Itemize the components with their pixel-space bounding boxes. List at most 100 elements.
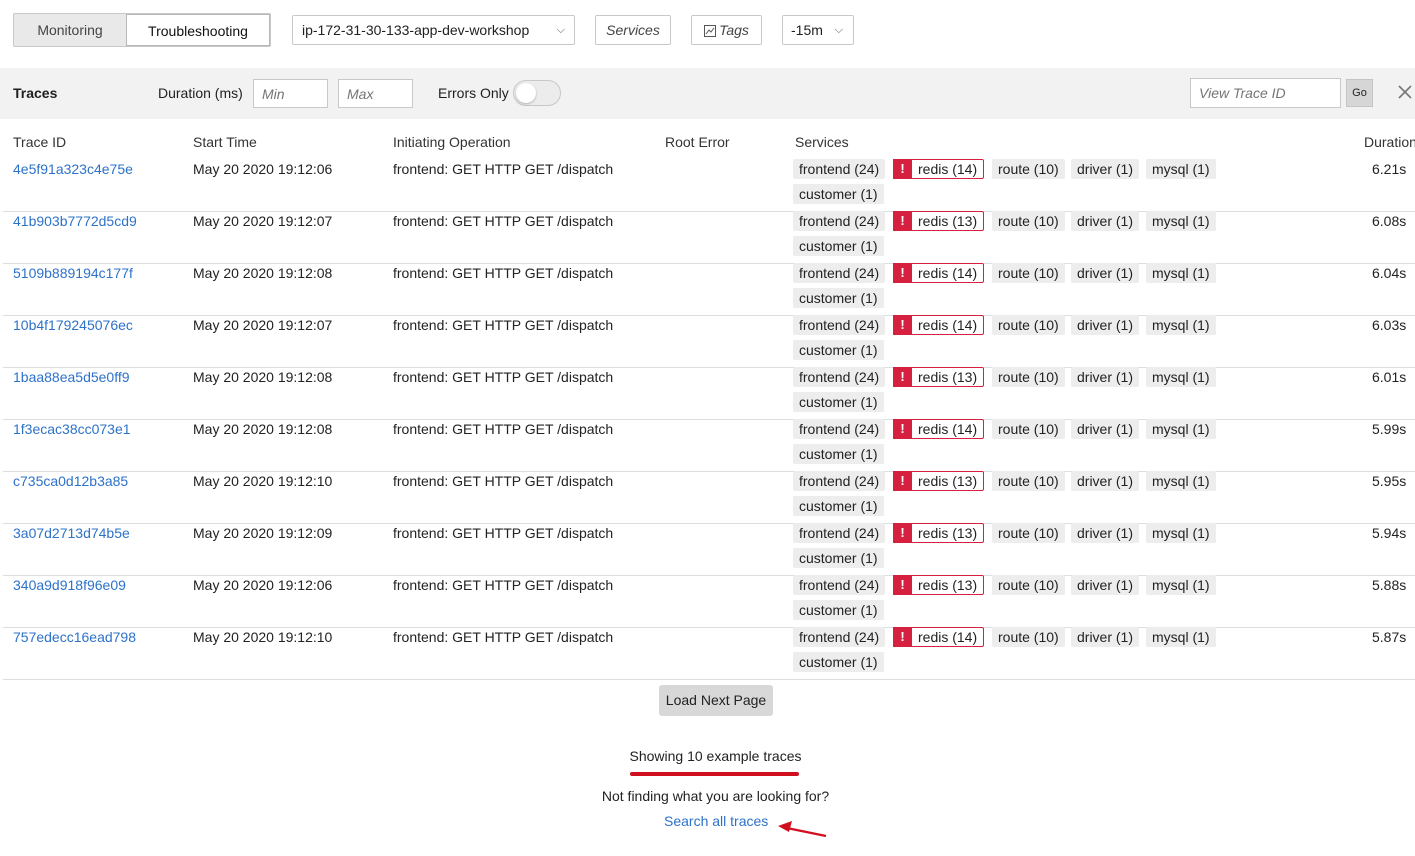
errors-only-label: Errors Only	[438, 85, 509, 101]
environment-value: ip-172-31-30-133-app-dev-workshop	[302, 22, 530, 38]
service-tag-route: route (10)	[992, 367, 1065, 387]
error-icon: !	[893, 575, 912, 595]
table-row[interactable]: 4e5f91a323c4e75e May 20 2020 19:12:06 fron…	[3, 159, 1415, 212]
service-tag-mysql: mysql (1)	[1146, 263, 1216, 283]
service-tag-customer: customer (1)	[793, 236, 884, 256]
service-tag-frontend: frontend (24)	[793, 523, 886, 543]
service-tag-route: route (10)	[992, 575, 1065, 595]
initiating-operation: frontend: GET HTTP GET /dispatch	[393, 161, 614, 177]
service-tag-route: route (10)	[992, 315, 1065, 335]
load-next-page-button[interactable]: Load Next Page	[659, 685, 773, 716]
service-tag-label: redis (13)	[918, 213, 978, 229]
not-finding-text: Not finding what you are looking for?	[601, 788, 830, 804]
service-tag-frontend: frontend (24)	[793, 367, 886, 387]
close-icon[interactable]	[1396, 83, 1414, 101]
top-toolbar: Monitoring Troubleshooting ip-172-31-30-…	[0, 0, 1415, 68]
service-tag-mysql: mysql (1)	[1146, 419, 1216, 439]
trace-id-link[interactable]: 5109b889194c177f	[13, 264, 133, 282]
chevron-down-icon: ⌵	[834, 24, 843, 36]
service-tag-driver: driver (1)	[1071, 419, 1140, 439]
duration-min-input[interactable]	[253, 79, 328, 108]
table-row[interactable]: 340a9d918f96e09 May 20 2020 19:12:06 front…	[3, 575, 1415, 628]
table-row[interactable]: 3a07d2713d74b5e May 20 2020 19:12:09 front…	[3, 523, 1415, 576]
service-tag-redis: ! redis (14)	[893, 315, 985, 335]
service-tag-frontend: frontend (24)	[793, 575, 886, 595]
duration-value: 6.03s	[1372, 317, 1407, 333]
service-tag-driver: driver (1)	[1071, 471, 1140, 491]
header-duration[interactable]: Duration	[1364, 134, 1415, 150]
trace-id-link[interactable]: c735ca0d12b3a85	[13, 472, 128, 490]
service-tag-frontend: frontend (24)	[793, 159, 886, 179]
initiating-operation: frontend: GET HTTP GET /dispatch	[393, 525, 614, 541]
service-tag-mysql: mysql (1)	[1146, 627, 1216, 647]
environment-select[interactable]: ip-172-31-30-133-app-dev-workshop ⌵	[292, 15, 575, 45]
start-time: May 20 2020 19:12:07	[193, 213, 333, 229]
service-tag-label: redis (14)	[918, 629, 978, 645]
service-tag-label: redis (13)	[918, 525, 978, 541]
trace-id-link[interactable]: 4e5f91a323c4e75e	[13, 160, 133, 178]
search-all-traces-link[interactable]: Search all traces	[664, 813, 768, 829]
services-button[interactable]: Services	[595, 15, 671, 45]
start-time: May 20 2020 19:12:07	[193, 317, 333, 333]
go-button[interactable]: Go	[1346, 79, 1373, 107]
table-row[interactable]: 1f3ecac38cc073e1 May 20 2020 19:12:08 fron…	[3, 419, 1415, 472]
service-tag-driver: driver (1)	[1071, 263, 1140, 283]
trace-id-link[interactable]: 1f3ecac38cc073e1	[13, 420, 131, 438]
error-icon: !	[893, 627, 912, 647]
trace-id-input[interactable]	[1190, 78, 1341, 108]
trace-id-link[interactable]: 757edecc16ead798	[13, 628, 136, 646]
service-tag-redis: ! redis (13)	[893, 471, 985, 491]
trace-id-link[interactable]: 3a07d2713d74b5e	[13, 524, 130, 542]
service-tag-route: route (10)	[992, 523, 1065, 543]
table-row[interactable]: 1baa88ea5d5e0ff9 May 20 2020 19:12:08 fron…	[3, 367, 1415, 420]
duration-value: 6.01s	[1372, 369, 1407, 385]
initiating-operation: frontend: GET HTTP GET /dispatch	[393, 629, 614, 645]
service-tag-label: redis (14)	[918, 161, 978, 177]
duration-max-input[interactable]	[338, 79, 413, 108]
service-tag-mysql: mysql (1)	[1146, 159, 1216, 179]
table-row[interactable]: 5109b889194c177f May 20 2020 19:12:08 fron…	[3, 263, 1415, 316]
service-tag-redis: ! redis (14)	[893, 263, 985, 283]
service-tag-mysql: mysql (1)	[1146, 523, 1216, 543]
start-time: May 20 2020 19:12:08	[193, 265, 333, 281]
header-start-time: Start Time	[193, 134, 257, 150]
header-services: Services	[795, 134, 849, 150]
error-icon: !	[893, 263, 912, 283]
service-tag-customer: customer (1)	[793, 340, 884, 360]
table-row[interactable]: 10b4f179245076ec May 20 2020 19:12:07 fron…	[3, 315, 1415, 368]
initiating-operation: frontend: GET HTTP GET /dispatch	[393, 265, 614, 281]
start-time: May 20 2020 19:12:10	[193, 629, 333, 645]
trace-id-link[interactable]: 41b903b7772d5cd9	[13, 212, 137, 230]
service-tag-mysql: mysql (1)	[1146, 367, 1216, 387]
service-tag-redis: ! redis (13)	[893, 211, 985, 231]
trace-id-link[interactable]: 340a9d918f96e09	[13, 576, 126, 594]
annotation-underline	[630, 772, 799, 776]
service-tag-route: route (10)	[992, 627, 1065, 647]
errors-only-toggle[interactable]	[513, 80, 561, 106]
start-time: May 20 2020 19:12:10	[193, 473, 333, 489]
trace-id-link[interactable]: 10b4f179245076ec	[13, 316, 133, 334]
service-tag-label: redis (14)	[918, 421, 978, 437]
duration-value: 5.95s	[1372, 473, 1407, 489]
service-tag-customer: customer (1)	[793, 652, 884, 672]
initiating-operation: frontend: GET HTTP GET /dispatch	[393, 317, 614, 333]
tags-button[interactable]: Tags	[691, 15, 762, 45]
service-tag-customer: customer (1)	[793, 444, 884, 464]
start-time: May 20 2020 19:12:08	[193, 421, 333, 437]
tab-troubleshooting[interactable]: Troubleshooting	[126, 14, 270, 46]
table-row[interactable]: c735ca0d12b3a85 May 20 2020 19:12:10 front…	[3, 471, 1415, 524]
service-tag-redis: ! redis (13)	[893, 575, 985, 595]
time-range-select[interactable]: -15m ⌵	[782, 15, 854, 45]
tab-monitoring[interactable]: Monitoring	[14, 14, 126, 46]
service-tag-route: route (10)	[992, 211, 1065, 231]
service-tag-mysql: mysql (1)	[1146, 211, 1216, 231]
table-row[interactable]: 757edecc16ead798 May 20 2020 19:12:10 fron…	[3, 627, 1415, 680]
service-tag-redis: ! redis (13)	[893, 523, 985, 543]
view-mode-switch: Monitoring Troubleshooting	[13, 13, 271, 47]
table-row[interactable]: 41b903b7772d5cd9 May 20 2020 19:12:07 fron…	[3, 211, 1415, 264]
trace-id-link[interactable]: 1baa88ea5d5e0ff9	[13, 368, 130, 386]
service-tag-driver: driver (1)	[1071, 627, 1140, 647]
service-tag-frontend: frontend (24)	[793, 315, 886, 335]
toggle-knob	[516, 83, 536, 103]
service-tag-frontend: frontend (24)	[793, 627, 886, 647]
